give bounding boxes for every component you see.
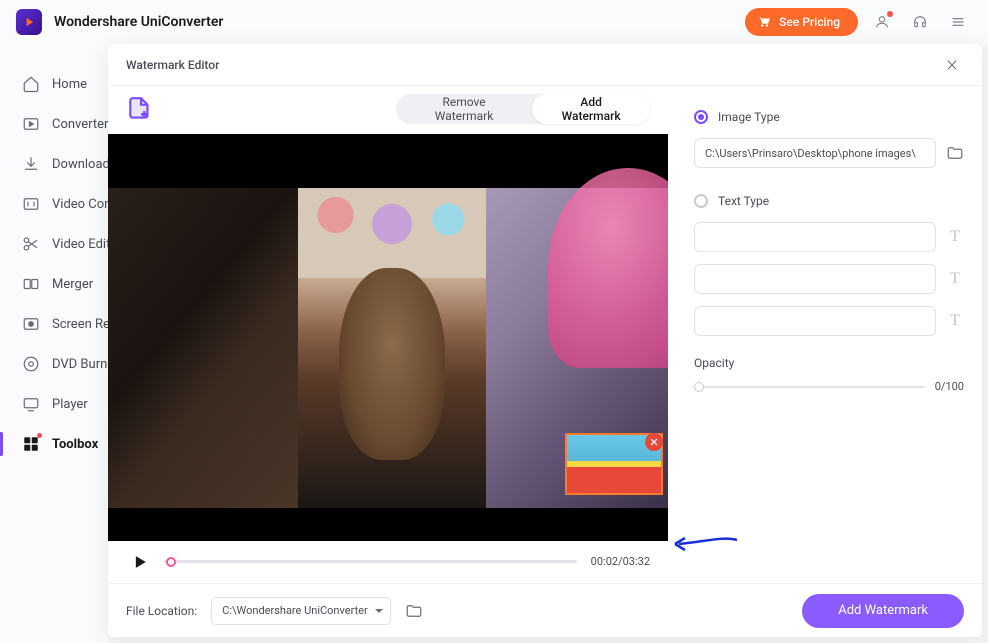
- modal-header: Watermark Editor: [108, 44, 982, 86]
- toolbox-icon: [22, 435, 40, 453]
- support-icon[interactable]: [906, 8, 934, 36]
- app-title: Wondershare UniConverter: [54, 14, 223, 30]
- watermark-text-input-2[interactable]: [694, 264, 936, 294]
- opacity-slider-knob[interactable]: [694, 382, 704, 392]
- opacity-value: 0/100: [935, 380, 964, 393]
- cart-icon: [757, 15, 771, 29]
- image-type-radio[interactable]: [694, 110, 708, 124]
- scissors-icon: [22, 235, 40, 253]
- add-file-icon[interactable]: [126, 95, 152, 123]
- compress-icon: [22, 195, 40, 213]
- watermark-mode-tabs: Remove Watermark Add Watermark: [396, 94, 650, 124]
- sidebar-item-converter[interactable]: Converter: [0, 104, 108, 144]
- converter-icon: [22, 115, 40, 133]
- menu-icon[interactable]: [944, 8, 972, 36]
- text-style-icon[interactable]: T: [946, 228, 964, 246]
- sidebar-item-editor[interactable]: Video Editor: [0, 224, 108, 264]
- sidebar-item-compressor[interactable]: Video Compressor: [0, 184, 108, 224]
- see-pricing-button[interactable]: See Pricing: [745, 8, 858, 36]
- sidebar-item-recorder[interactable]: Screen Recorder: [0, 304, 108, 344]
- video-preview[interactable]: [108, 134, 668, 541]
- remove-watermark-overlay-button[interactable]: [645, 433, 663, 451]
- close-button[interactable]: [940, 53, 964, 77]
- sidebar-item-home[interactable]: Home: [0, 64, 108, 104]
- sidebar-item-merger[interactable]: Merger: [0, 264, 108, 304]
- opacity-label: Opacity: [694, 356, 964, 370]
- opacity-slider[interactable]: [694, 386, 925, 388]
- sidebar-item-toolbox[interactable]: Toolbox: [0, 424, 108, 464]
- browse-location-button[interactable]: [405, 602, 423, 620]
- watermark-overlay[interactable]: [565, 433, 663, 495]
- sidebar-item-player[interactable]: Player: [0, 384, 108, 424]
- app-logo: [16, 9, 42, 35]
- player-icon: [22, 395, 40, 413]
- text-style-icon[interactable]: T: [946, 312, 964, 330]
- sidebar-item-label: Merger: [52, 277, 93, 292]
- tab-add-watermark[interactable]: Add Watermark: [532, 94, 650, 124]
- watermark-text-input-1[interactable]: [694, 222, 936, 252]
- sidebar-item-label: Converter: [52, 117, 108, 132]
- text-style-icon[interactable]: T: [946, 270, 964, 288]
- record-icon: [22, 315, 40, 333]
- watermark-text-input-3[interactable]: [694, 306, 936, 336]
- timeline-knob[interactable]: [166, 557, 176, 567]
- text-type-radio[interactable]: [694, 194, 708, 208]
- top-bar: Wondershare UniConverter See Pricing: [0, 0, 988, 44]
- text-type-label: Text Type: [718, 194, 769, 208]
- tab-remove-watermark[interactable]: Remove Watermark: [396, 94, 533, 124]
- sidebar: Home Converter Downloader Video Compress…: [0, 44, 108, 643]
- browse-image-button[interactable]: [946, 144, 964, 162]
- modal-title: Watermark Editor: [126, 58, 219, 72]
- file-location-label: File Location:: [126, 604, 197, 618]
- watermark-editor-modal: Watermark Editor Remove Watermark Add Wa…: [108, 44, 982, 637]
- play-button[interactable]: [130, 552, 150, 572]
- time-display: 00:02/03:32: [591, 555, 650, 568]
- sidebar-item-label: Home: [52, 77, 87, 92]
- home-icon: [22, 75, 40, 93]
- notification-dot: [887, 11, 893, 17]
- image-type-label: Image Type: [718, 110, 780, 124]
- add-watermark-button[interactable]: Add Watermark: [802, 594, 964, 628]
- annotation-arrow: [673, 534, 739, 554]
- modal-footer: File Location: C:\Wondershare UniConvert…: [108, 583, 982, 637]
- account-icon[interactable]: [868, 8, 896, 36]
- image-path-input[interactable]: [694, 138, 936, 168]
- sidebar-item-label: Player: [52, 397, 88, 412]
- download-icon: [22, 155, 40, 173]
- disc-icon: [22, 355, 40, 373]
- watermark-settings-panel: Image Type Text Type T T: [668, 86, 982, 583]
- merge-icon: [22, 275, 40, 293]
- sidebar-item-downloader[interactable]: Downloader: [0, 144, 108, 184]
- timeline-slider[interactable]: [164, 560, 577, 563]
- sidebar-item-label: Toolbox: [52, 437, 98, 452]
- play-bar: 00:02/03:32: [108, 541, 668, 583]
- file-location-select[interactable]: C:\Wondershare UniConverter: [211, 597, 391, 625]
- sidebar-item-dvd[interactable]: DVD Burner: [0, 344, 108, 384]
